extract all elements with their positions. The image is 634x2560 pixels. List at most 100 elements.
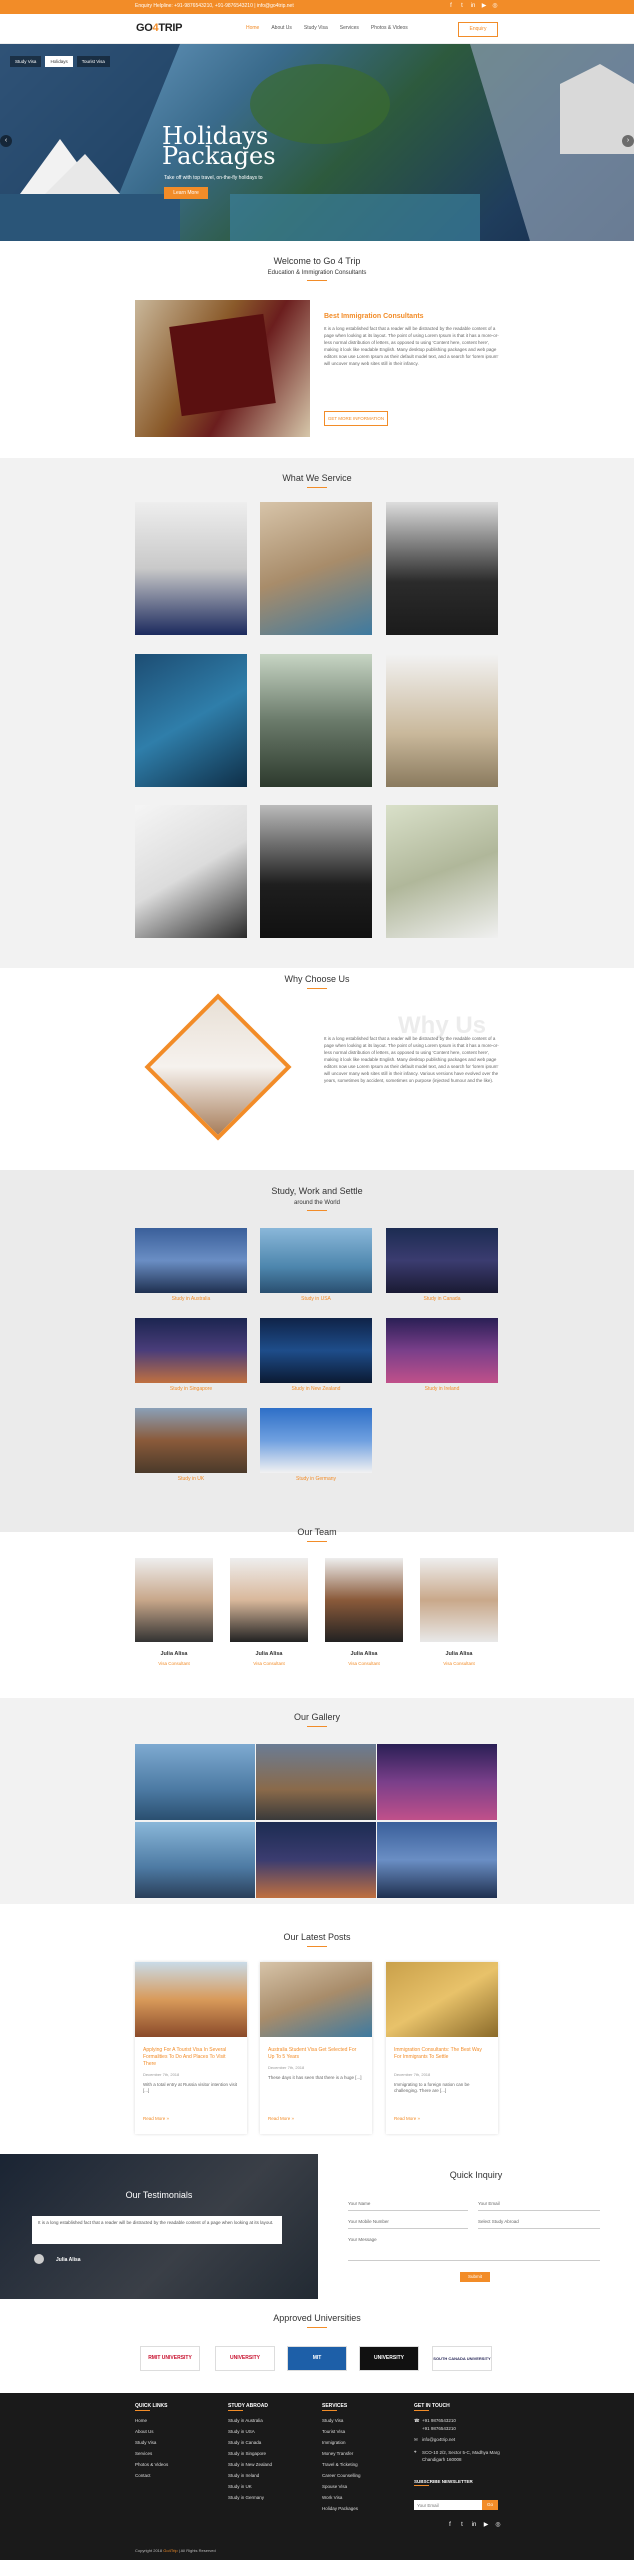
service-business-image[interactable] <box>260 805 372 938</box>
instagram-icon[interactable]: ◎ <box>491 2 499 10</box>
footer-service-money-transfer[interactable]: Money Transfer <box>322 2451 353 2456</box>
service-graduation-image[interactable] <box>135 502 247 635</box>
next-slide-icon[interactable]: › <box>622 135 634 147</box>
footer-link-home[interactable]: Home <box>135 2418 147 2423</box>
footer-study-singapore[interactable]: Study in Singapore <box>228 2451 266 2456</box>
study-canada-image[interactable] <box>386 1228 498 1293</box>
service-counselling-image[interactable] <box>386 654 498 787</box>
nav-home[interactable]: Home <box>246 25 259 31</box>
nav-photos[interactable]: Photos & Videos <box>371 25 408 31</box>
gallery-image-2[interactable] <box>256 1744 376 1820</box>
post-title-2[interactable]: Australia Student Visa Get Selected For … <box>268 2047 364 2061</box>
study-singapore-image[interactable] <box>135 1318 247 1383</box>
gallery-image-5[interactable] <box>256 1822 376 1898</box>
study-usa-image[interactable] <box>260 1228 372 1293</box>
facebook-icon[interactable]: f <box>447 2 455 10</box>
study-germany-image[interactable] <box>260 1408 372 1473</box>
linkedin-icon[interactable]: in <box>469 2 477 10</box>
study-new-zealand-image[interactable] <box>260 1318 372 1383</box>
footer-study-australia[interactable]: Study in Australia <box>228 2418 263 2423</box>
linkedin-icon[interactable]: in <box>470 2521 478 2529</box>
mobile-field[interactable]: Your Mobile Number <box>348 2219 389 2224</box>
nav-services[interactable]: Services <box>340 25 359 31</box>
service-celebration-image[interactable] <box>386 805 498 938</box>
footer-service-study-visa[interactable]: Study Visa <box>322 2418 343 2423</box>
submit-button[interactable]: Submit <box>460 2272 490 2282</box>
footer-study-germany[interactable]: Study in Germany <box>228 2495 264 2500</box>
footer-link-photos[interactable]: Photos & Videos <box>135 2462 168 2467</box>
study-uk-label[interactable]: Study in UK <box>135 1476 247 1482</box>
study-new-zealand-label[interactable]: Study in New Zealand <box>260 1386 372 1392</box>
study-uk-image[interactable] <box>135 1408 247 1473</box>
tab-holidays[interactable]: Holidays <box>45 56 73 67</box>
facebook-icon[interactable]: f <box>446 2521 454 2529</box>
message-field[interactable]: Your Message <box>348 2237 377 2242</box>
footer-link-study-visa[interactable]: Study Visa <box>135 2440 156 2445</box>
study-australia-label[interactable]: Study in Australia <box>135 1296 247 1302</box>
footer-study-ireland[interactable]: Study in Ireland <box>228 2473 259 2478</box>
read-more-link-1[interactable]: Read More » <box>143 2116 169 2121</box>
post-image-3[interactable] <box>386 1962 498 2037</box>
footer-link-contact[interactable]: Contact <box>135 2473 151 2478</box>
instagram-icon[interactable]: ◎ <box>494 2521 502 2529</box>
footer-service-immigration[interactable]: Immigration <box>322 2440 346 2445</box>
post-image-2[interactable] <box>260 1962 372 2037</box>
post-title-3[interactable]: Immigration Consultants: The Best Way Fo… <box>394 2047 490 2061</box>
name-field[interactable]: Your Name <box>348 2201 370 2206</box>
mobile-field-line <box>348 2228 468 2229</box>
prev-slide-icon[interactable]: ‹ <box>0 135 12 147</box>
tab-study-visa[interactable]: Study Visa <box>10 56 42 67</box>
footer-service-career[interactable]: Career Counselling <box>322 2473 361 2478</box>
service-passport-image[interactable] <box>135 805 247 938</box>
footer-study-new-zealand[interactable]: Study in New Zealand <box>228 2462 272 2467</box>
learn-more-button[interactable]: Learn More <box>164 187 208 199</box>
study-canada-label[interactable]: Study in Canada <box>386 1296 498 1302</box>
footer-service-holiday[interactable]: Holiday Packages <box>322 2506 358 2511</box>
post-image-1[interactable] <box>135 1962 247 2037</box>
footer-service-work-visa[interactable]: Work Visa <box>322 2495 342 2500</box>
footer-study-canada[interactable]: Study in Canada <box>228 2440 261 2445</box>
nav-about[interactable]: About Us <box>271 25 292 31</box>
tab-tourist-visa[interactable]: Tourist Visa <box>76 56 110 67</box>
study-ireland-image[interactable] <box>386 1318 498 1383</box>
study-singapore-label[interactable]: Study in Singapore <box>135 1386 247 1392</box>
footer-phone-2[interactable]: +91 9876543210 <box>422 2426 456 2431</box>
study-australia-image[interactable] <box>135 1228 247 1293</box>
service-tourist-image[interactable] <box>260 502 372 635</box>
service-money-image[interactable] <box>135 654 247 787</box>
service-team-image[interactable] <box>386 502 498 635</box>
footer-service-tourist-visa[interactable]: Tourist Visa <box>322 2429 345 2434</box>
youtube-icon[interactable]: ▶ <box>482 2521 490 2529</box>
twitter-icon[interactable]: t <box>458 2521 466 2529</box>
twitter-icon[interactable]: t <box>458 2 466 10</box>
footer-study-usa[interactable]: Study in USA <box>228 2429 255 2434</box>
enquiry-button[interactable]: Enquiry <box>458 22 498 37</box>
gallery-image-1[interactable] <box>135 1744 255 1820</box>
study-abroad-select[interactable]: Select Study Abroad <box>478 2219 519 2224</box>
gallery-image-3[interactable] <box>377 1744 497 1820</box>
youtube-icon[interactable]: ▶ <box>480 2 488 10</box>
footer-service-travel[interactable]: Travel & Ticketing <box>322 2462 358 2467</box>
study-usa-label[interactable]: Study in USA <box>260 1296 372 1302</box>
footer-link-services[interactable]: Services <box>135 2451 152 2456</box>
footer-link-about[interactable]: About Us <box>135 2429 154 2434</box>
footer-email[interactable]: info@go4trip.net <box>422 2437 455 2442</box>
post-title-1[interactable]: Applying For A Tourist Visa In Several F… <box>143 2047 239 2068</box>
study-germany-label[interactable]: Study in Germany <box>260 1476 372 1482</box>
study-ireland-label[interactable]: Study in Ireland <box>386 1386 498 1392</box>
email-field[interactable]: Your Email <box>478 2201 500 2206</box>
footer-study-uk[interactable]: Study in UK <box>228 2484 252 2489</box>
read-more-link-3[interactable]: Read More » <box>394 2116 420 2121</box>
service-travel-image[interactable] <box>260 654 372 787</box>
gallery-image-4[interactable] <box>135 1822 255 1898</box>
subscribe-button[interactable]: Go <box>482 2500 498 2510</box>
gallery-image-6[interactable] <box>377 1822 497 1898</box>
footer-service-spouse-visa[interactable]: Spouse Visa <box>322 2484 347 2489</box>
footer-phone-1[interactable]: +91 9876543210 <box>422 2418 456 2423</box>
nav-study-visa[interactable]: Study Visa <box>304 25 328 31</box>
read-more-link-2[interactable]: Read More » <box>268 2116 294 2121</box>
team-photo-4 <box>420 1558 498 1642</box>
newsletter-email-input[interactable] <box>414 2500 482 2510</box>
get-more-info-button[interactable]: GET MORE INFORMATION <box>324 411 388 426</box>
logo[interactable]: GO4TRIP <box>136 22 183 34</box>
